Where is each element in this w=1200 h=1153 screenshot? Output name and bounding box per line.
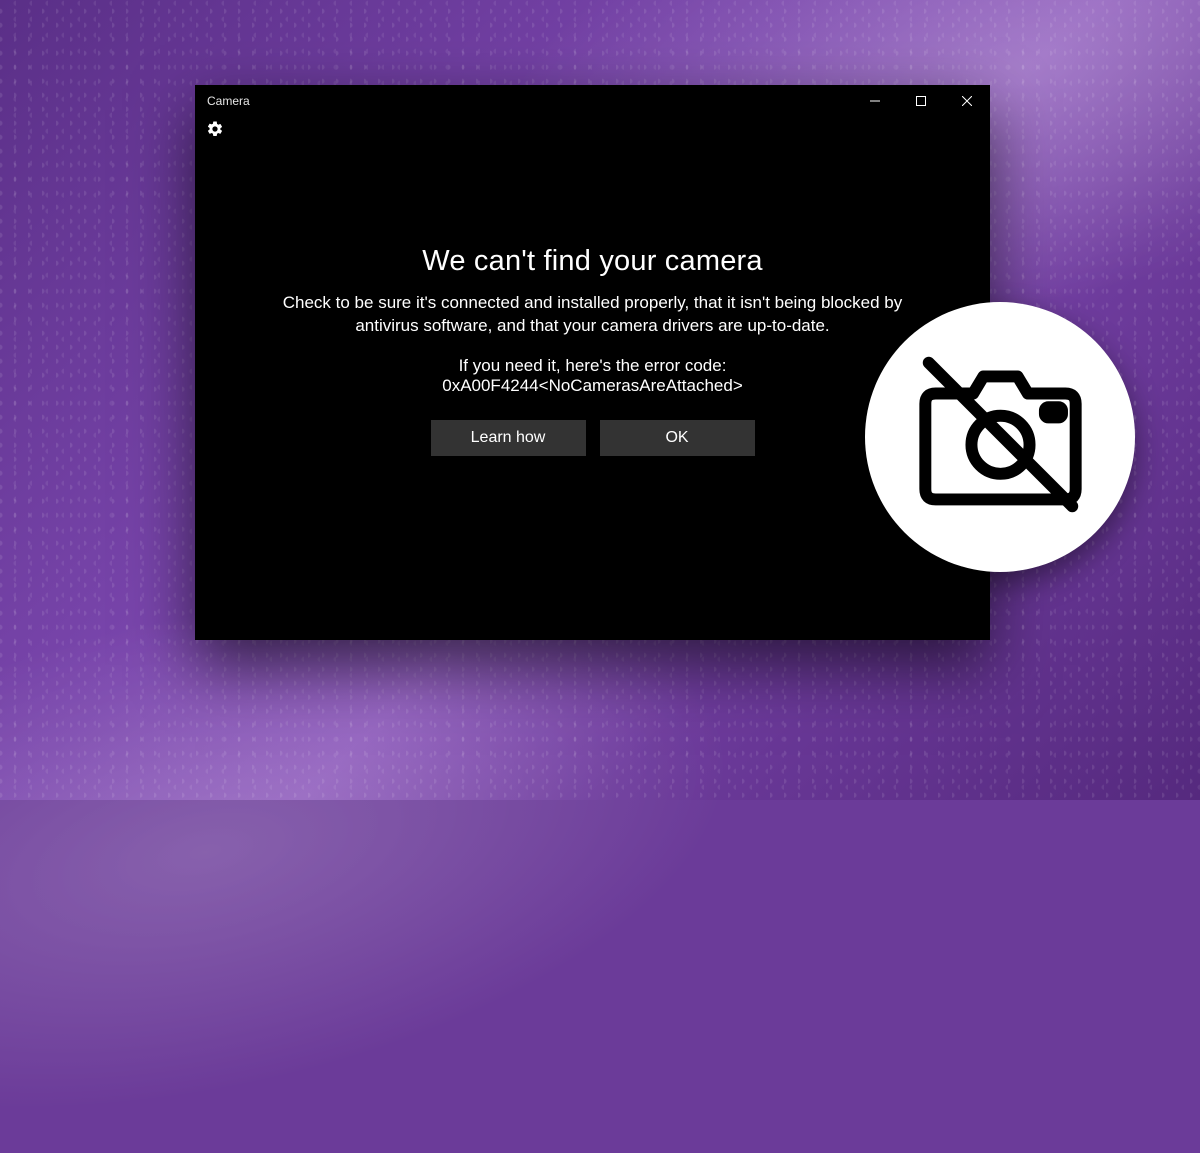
app-toolbar [195, 117, 990, 147]
error-code: 0xA00F4244<NoCamerasAreAttached> [255, 376, 930, 396]
no-camera-badge [865, 302, 1135, 572]
maximize-button[interactable] [898, 85, 944, 117]
settings-button[interactable] [205, 121, 225, 141]
titlebar[interactable]: Camera [195, 85, 990, 117]
ok-button[interactable]: OK [600, 420, 755, 456]
gear-icon [206, 120, 224, 143]
learn-how-button[interactable]: Learn how [431, 420, 586, 456]
close-button[interactable] [944, 85, 990, 117]
camera-app-window: Camera We can't find your camera Check t… [195, 85, 990, 640]
error-description: Check to be sure it's connected and inst… [273, 292, 913, 338]
no-camera-icon [898, 332, 1103, 542]
minimize-button[interactable] [852, 85, 898, 117]
window-controls [852, 85, 990, 117]
error-heading: We can't find your camera [255, 245, 930, 278]
button-row: Learn how OK [255, 420, 930, 456]
error-code-intro: If you need it, here's the error code: [255, 356, 930, 376]
window-title: Camera [207, 94, 852, 108]
